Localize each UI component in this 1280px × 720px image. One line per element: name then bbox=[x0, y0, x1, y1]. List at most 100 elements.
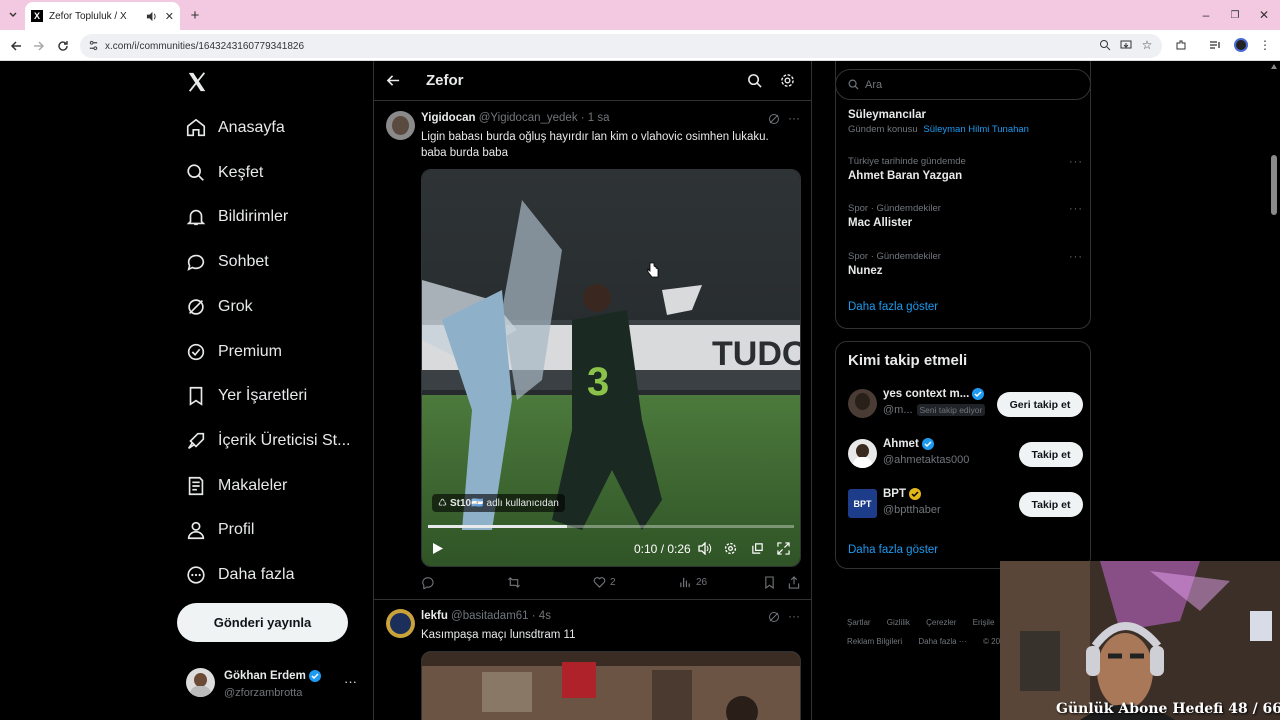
trend-item[interactable]: Spor · Gündemdekiler Nunez ··· bbox=[848, 251, 1083, 277]
streamer-webcam bbox=[1000, 561, 1280, 720]
footer-link[interactable]: Erişile bbox=[973, 618, 995, 627]
tweet-video[interactable]: TUDO 3 ♺ St10🇦🇷 adlı kullanıcıdan 0:10 /… bbox=[421, 169, 801, 567]
account-switcher[interactable]: Gökhan Erdem @zforzambrotta ··· bbox=[184, 666, 364, 706]
nav-item[interactable]: Bildirimler bbox=[184, 199, 288, 235]
trend-topic-link[interactable]: Süleyman Hilmi Tunahan bbox=[923, 124, 1029, 135]
browser-tab[interactable]: X Zefor Topluluk / X ✕ bbox=[25, 2, 180, 30]
footer-link[interactable]: Şartlar bbox=[847, 618, 871, 627]
follow-suggestion[interactable]: yes context m... @m... Seni takip ediyor… bbox=[848, 386, 1083, 426]
scroll-up-arrow-icon[interactable] bbox=[1271, 64, 1277, 69]
bookmark-star-icon[interactable]: ☆ bbox=[1138, 36, 1156, 54]
nav-item[interactable]: Keşfet bbox=[184, 155, 263, 191]
back-arrow-icon[interactable] bbox=[6, 36, 26, 56]
profile-avatar-icon[interactable] bbox=[1232, 36, 1250, 54]
back-icon[interactable] bbox=[386, 73, 401, 88]
tab-list-chevron-icon[interactable] bbox=[4, 6, 22, 24]
volume-icon[interactable] bbox=[698, 542, 712, 555]
bookmark-button[interactable] bbox=[764, 576, 775, 589]
tweet-author-name[interactable]: lekfu bbox=[421, 610, 448, 622]
grok-icon[interactable] bbox=[768, 113, 780, 125]
like-button[interactable]: 2 bbox=[593, 576, 616, 588]
trend-more-icon[interactable]: ··· bbox=[1069, 251, 1083, 263]
show-more-trends-link[interactable]: Daha fazla göster bbox=[848, 301, 938, 313]
trend-more-icon[interactable]: ··· bbox=[1069, 156, 1083, 168]
tweet-avatar[interactable] bbox=[386, 111, 415, 140]
video-credit[interactable]: ♺ St10🇦🇷 adlı kullanıcıdan bbox=[432, 494, 565, 512]
follow-suggestion[interactable]: BPT BPT @bptthaber Takip et bbox=[848, 486, 1083, 526]
suggestion-avatar[interactable] bbox=[848, 389, 877, 418]
minimize-icon[interactable]: – bbox=[1196, 6, 1216, 24]
settings-gear-icon[interactable] bbox=[780, 73, 795, 88]
tweet-author-name[interactable]: Yigidocan bbox=[421, 112, 476, 124]
extensions-icon[interactable] bbox=[1172, 36, 1190, 54]
window-close-icon[interactable]: ✕ bbox=[1254, 6, 1274, 24]
reply-button[interactable] bbox=[421, 576, 434, 589]
browser-toolbar: x.com/i/communities/1643243160779341826 … bbox=[0, 30, 1280, 61]
tweet-avatar[interactable] bbox=[386, 609, 415, 638]
play-icon[interactable] bbox=[432, 542, 444, 555]
video-settings-icon[interactable] bbox=[724, 542, 737, 555]
search-icon bbox=[184, 161, 208, 185]
trend-name: Ahmet Baran Yazgan bbox=[848, 170, 963, 182]
follow-suggestion[interactable]: Ahmet @ahmetaktas000 Takip et bbox=[848, 436, 1083, 476]
nav-item[interactable]: Profil bbox=[184, 512, 254, 548]
nav-item[interactable]: Anasayfa bbox=[184, 110, 285, 146]
media-control-icon[interactable] bbox=[1206, 36, 1224, 54]
trend-name: Mac Allister bbox=[848, 217, 913, 229]
nav-item[interactable]: Yer İşaretleri bbox=[184, 378, 307, 414]
site-info-icon[interactable] bbox=[88, 40, 99, 51]
tweet[interactable]: Yigidocan @Yigidocan_yedek · 1 sa ··· Li… bbox=[374, 102, 811, 600]
address-bar[interactable]: x.com/i/communities/1643243160779341826 bbox=[80, 34, 1162, 58]
trend-more-icon[interactable]: ··· bbox=[1069, 203, 1083, 215]
nav-item[interactable]: Sohbet bbox=[184, 244, 269, 280]
browser-menu-icon[interactable]: ⋮ bbox=[1256, 36, 1274, 54]
account-more-icon[interactable]: ··· bbox=[344, 674, 357, 689]
show-more-suggestions-link[interactable]: Daha fazla göster bbox=[848, 544, 938, 556]
nav-item[interactable]: Grok bbox=[184, 289, 253, 325]
suggestion-avatar[interactable] bbox=[848, 439, 877, 468]
zoom-icon[interactable] bbox=[1096, 36, 1114, 54]
post-button[interactable]: Gönderi yayınla bbox=[177, 603, 348, 642]
tweet[interactable]: lekfu @basitadam61 · 4s ··· Kasımpaşa ma… bbox=[374, 600, 811, 720]
bpt-logo-icon[interactable]: BPT bbox=[848, 489, 877, 518]
nav-item[interactable]: Premium bbox=[184, 334, 282, 370]
install-app-icon[interactable] bbox=[1117, 36, 1135, 54]
video-progress-bar[interactable] bbox=[428, 525, 794, 528]
tweet-more-icon[interactable]: ··· bbox=[788, 609, 800, 623]
trend-item[interactable]: Türkiye tarihinde gündemde Ahmet Baran Y… bbox=[848, 156, 1083, 182]
tweet-author-handle[interactable]: @basitadam61 bbox=[451, 610, 529, 622]
follow-button[interactable]: Takip et bbox=[1019, 492, 1083, 517]
repost-button[interactable] bbox=[507, 576, 521, 589]
footer-link[interactable]: Gizlilik bbox=[887, 618, 910, 627]
follow-back-button[interactable]: Geri takip et bbox=[997, 392, 1083, 417]
new-tab-plus-icon[interactable]: + bbox=[186, 6, 204, 24]
tweet-time[interactable]: · 4s bbox=[532, 610, 551, 622]
tweet-author-handle[interactable]: @Yigidocan_yedek bbox=[479, 112, 578, 124]
reload-icon[interactable] bbox=[53, 36, 73, 56]
restore-icon[interactable]: ❐ bbox=[1225, 6, 1245, 24]
tweet-media[interactable] bbox=[421, 651, 801, 720]
tweet-more-icon[interactable]: ··· bbox=[788, 111, 800, 125]
nav-item[interactable]: İçerik Üreticisi St... bbox=[184, 423, 350, 459]
speaker-icon[interactable] bbox=[146, 11, 157, 22]
trend-item[interactable]: Spor · Gündemdekiler Mac Allister ··· bbox=[848, 203, 1083, 229]
trend-item[interactable]: Süleymancılar Gündem konusu Süleyman Hil… bbox=[848, 106, 1083, 135]
footer-link[interactable]: Çerezler bbox=[926, 618, 956, 627]
views-button[interactable]: 26 bbox=[679, 576, 707, 588]
picture-in-picture-icon[interactable] bbox=[751, 542, 764, 555]
follow-button[interactable]: Takip et bbox=[1019, 442, 1083, 467]
share-button[interactable] bbox=[788, 576, 800, 589]
fullscreen-icon[interactable] bbox=[777, 542, 790, 555]
nav-item[interactable]: Makaleler bbox=[184, 468, 287, 504]
footer-link[interactable]: Reklam Bilgileri bbox=[847, 637, 902, 646]
tweet-time[interactable]: · 1 sa bbox=[581, 112, 610, 124]
forward-arrow-icon[interactable] bbox=[29, 36, 49, 56]
x-logo-icon[interactable] bbox=[186, 71, 210, 95]
scrollbar-thumb[interactable] bbox=[1271, 155, 1277, 215]
tab-close-icon[interactable]: ✕ bbox=[165, 10, 174, 23]
nav-item[interactable]: Daha fazla bbox=[184, 557, 295, 593]
search-icon[interactable] bbox=[747, 73, 762, 88]
footer-link[interactable]: Daha fazla ··· bbox=[918, 637, 966, 646]
grok-icon[interactable] bbox=[768, 611, 780, 623]
tweet-text: Kasımpaşa maçı lunsdtram 11 bbox=[421, 629, 576, 641]
